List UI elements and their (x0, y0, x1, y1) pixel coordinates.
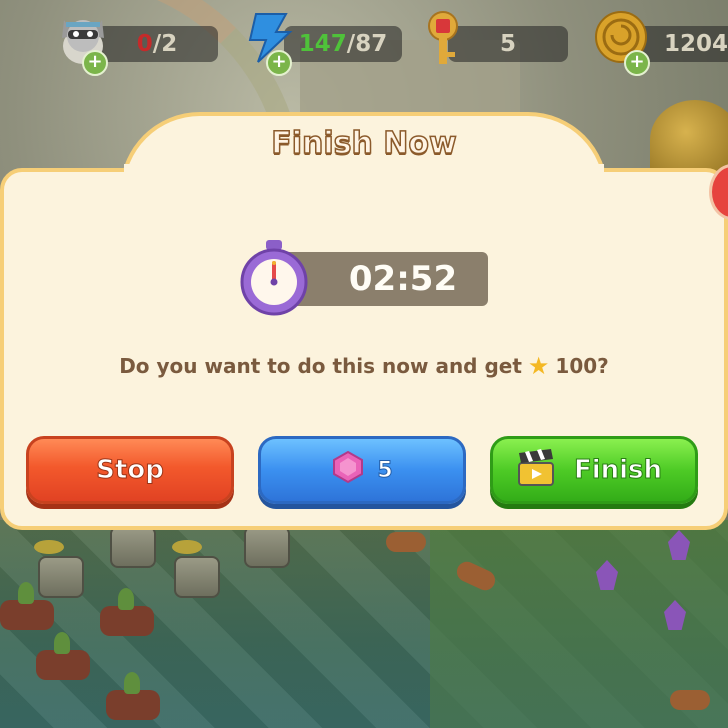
clapperboard-icon (516, 447, 556, 494)
energy-max: /87 (346, 31, 388, 57)
crop-plot[interactable] (36, 632, 90, 680)
watch-ad-finish-button[interactable]: Finish (490, 436, 698, 504)
sprout (34, 540, 64, 554)
gem-icon (331, 450, 365, 490)
wood-log[interactable] (670, 690, 710, 710)
key-icon (418, 8, 468, 72)
coin-count: 1204 (664, 31, 728, 57)
stop-button[interactable]: Stop (26, 436, 234, 504)
pet-count-max: /2 (152, 31, 178, 57)
gem-cost: 5 (377, 457, 393, 483)
finish-button-label: Finish (573, 455, 663, 486)
add-pet-button[interactable]: + (82, 50, 108, 76)
tree-stump[interactable] (38, 556, 84, 598)
crop-plot[interactable] (100, 588, 154, 636)
confirmation-question: Do you want to do this now and get ★ 100… (0, 354, 728, 378)
stopwatch-icon (238, 238, 310, 320)
stop-button-label: Stop (96, 455, 165, 486)
energy-current: 147 (298, 31, 347, 57)
tree-stump[interactable] (110, 526, 156, 568)
timer-value: 02:52 (348, 259, 458, 299)
star-icon: ★ (527, 352, 550, 380)
energy-counter: 147/87 (284, 26, 402, 62)
crop-plot[interactable] (0, 582, 54, 630)
key-count: 5 (499, 31, 516, 57)
add-energy-button[interactable]: + (266, 50, 292, 76)
pet-count-current: 0 (136, 31, 153, 57)
tree-stump[interactable] (244, 526, 290, 568)
wood-log[interactable] (386, 532, 426, 552)
question-text: Do you want to do this now and get (119, 354, 522, 378)
crop-plot[interactable] (106, 672, 160, 720)
reward-amount: 100? (555, 354, 609, 378)
gem-finish-button[interactable]: 5 (258, 436, 466, 504)
pet-counter: 0/2 (96, 26, 218, 62)
tree-stump[interactable] (174, 556, 220, 598)
dialog-title: Finish Now (270, 125, 457, 162)
sprout (172, 540, 202, 554)
add-coins-button[interactable]: + (624, 50, 650, 76)
dialog-title-joint (124, 164, 604, 178)
